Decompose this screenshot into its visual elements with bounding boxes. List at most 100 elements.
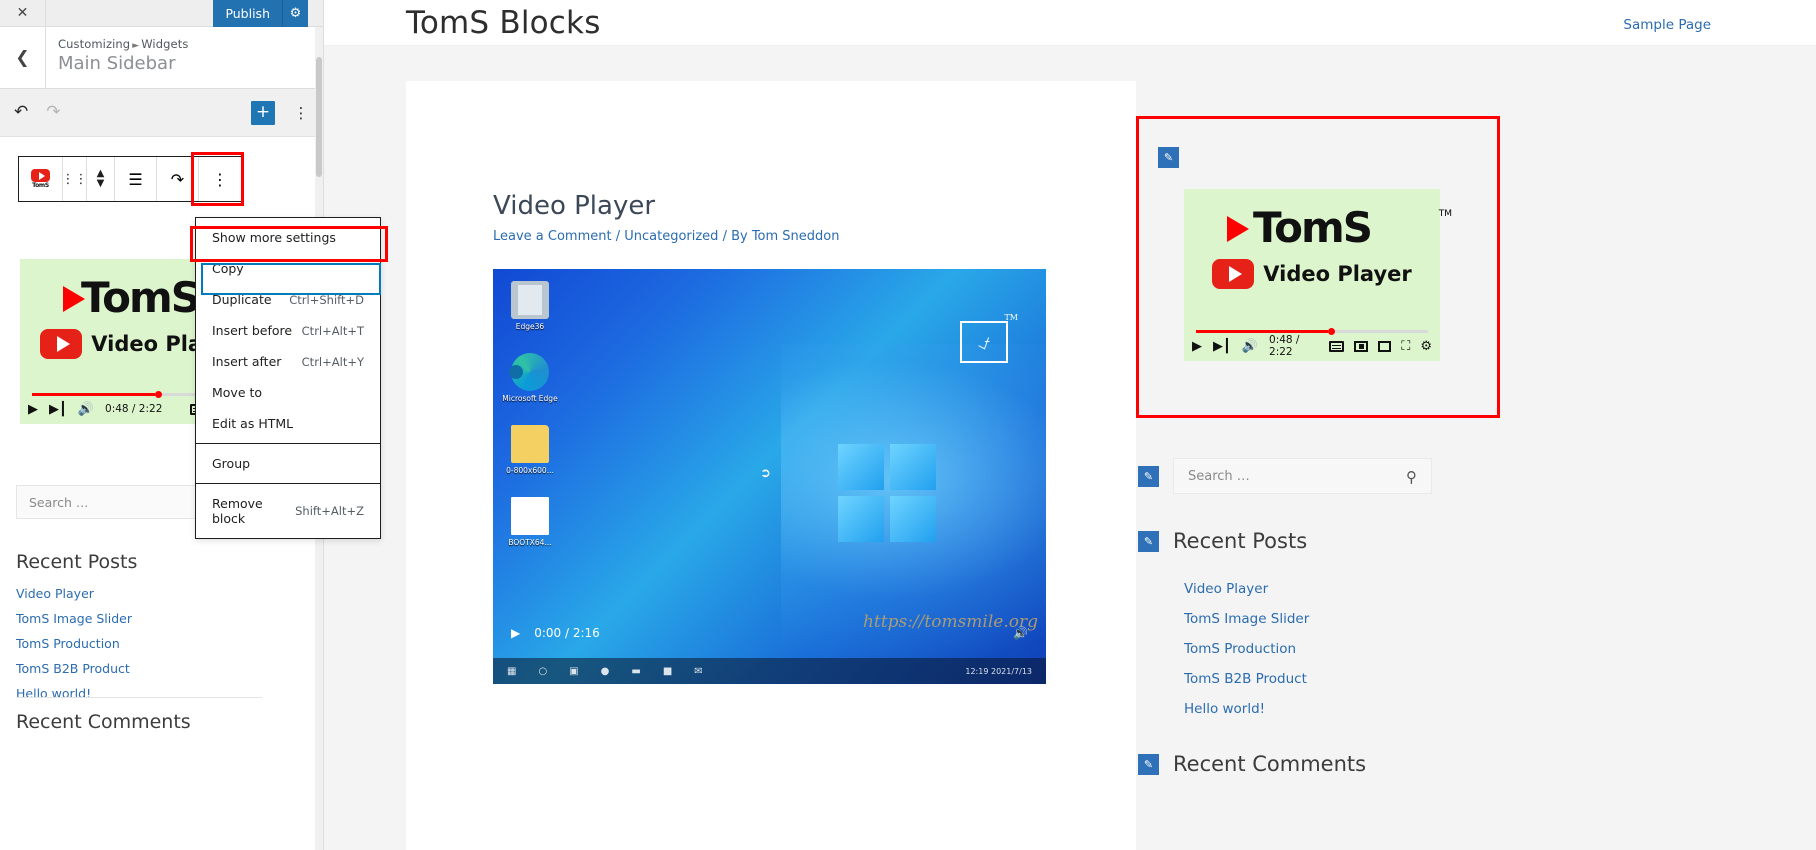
search-icon[interactable]: ⚲ — [1406, 468, 1417, 486]
nav-item-sample-page[interactable]: Sample Page — [1623, 17, 1711, 33]
customizer-header: ❮ Customizing ► Widgets Main Sidebar — [0, 27, 323, 89]
list-item[interactable]: TomS Production — [1184, 634, 1309, 664]
fullscreen-icon[interactable]: ⛶ — [1401, 339, 1410, 354]
theater-mode-icon[interactable] — [1378, 340, 1392, 352]
video-progress-bar[interactable] — [1196, 328, 1428, 335]
edit-search-widget-button[interactable]: ✎ — [1138, 465, 1159, 487]
drag-handle-icon[interactable]: ⋮⋮ — [62, 157, 88, 201]
taskbar-folder-icon: ▬ — [631, 665, 641, 677]
miniplayer-icon[interactable] — [1354, 340, 1369, 352]
site-header: TomS Blocks Sample Page — [280, 0, 1816, 46]
trademark-mark: TM — [1004, 313, 1018, 322]
play-icon[interactable]: ▶ — [511, 626, 520, 640]
desktop-icon-recycle-bin[interactable]: Edge36 — [497, 281, 563, 331]
recent-comments-widget-header: ✎ Recent Comments — [1138, 752, 1366, 776]
list-item[interactable]: Video Player — [16, 581, 262, 606]
list-item[interactable]: TomS Production — [16, 631, 262, 656]
redo-icon[interactable]: ↷ — [46, 104, 60, 121]
recent-posts-widget-header: ✎ Recent Posts — [1138, 529, 1307, 553]
list-item[interactable]: TomS Image Slider — [16, 606, 262, 631]
menu-item-insert-after[interactable]: Insert after Ctrl+Alt+Y — [196, 346, 380, 377]
menu-item-copy[interactable]: Copy — [196, 253, 380, 284]
add-block-button[interactable]: + — [251, 100, 275, 125]
next-track-icon[interactable]: ▶┃ — [1213, 339, 1231, 354]
taskbar-store-icon: ■ — [662, 665, 673, 677]
menu-item-label: Group — [212, 456, 251, 471]
toms-video-block-icon[interactable]: TomS — [19, 157, 63, 201]
next-track-icon[interactable]: ▶┃ — [49, 402, 67, 417]
more-options-icon[interactable]: ⋮ — [199, 157, 241, 201]
menu-group-group: Group — [196, 443, 380, 483]
align-icon[interactable]: ☰ — [115, 157, 157, 201]
publish-button[interactable]: Publish — [213, 0, 282, 27]
trademark-mark: TM — [1438, 209, 1452, 219]
chevron-down-icon[interactable]: ▼ — [97, 179, 105, 189]
menu-item-shortcut: Shift+Alt+Z — [295, 504, 364, 518]
post-meta[interactable]: Leave a Comment / Uncategorized / By Tom… — [493, 229, 840, 244]
desktop-icon-edge[interactable]: Microsoft Edge — [497, 353, 563, 403]
volume-icon[interactable]: 🔊 — [1013, 626, 1028, 640]
list-item[interactable]: TomS Image Slider — [1184, 604, 1309, 634]
menu-item-remove-block[interactable]: Remove block Shift+Alt+Z — [196, 488, 380, 534]
chevron-up-icon[interactable]: ▲ — [97, 169, 105, 179]
sidebar-video-widget[interactable]: TomS TM Video Player ▶ ▶┃ 🔊 0:48 / 2:22 — [1184, 189, 1452, 361]
toolbar-more-options-icon[interactable]: ⋮ — [293, 104, 309, 122]
list-item[interactable]: Hello world! — [16, 681, 262, 706]
breadcrumb: Customizing ► Widgets — [58, 37, 188, 51]
menu-item-duplicate[interactable]: Duplicate Ctrl+Shift+D — [196, 284, 380, 315]
recent-posts-list: Video Player TomS Image Slider TomS Prod… — [16, 581, 262, 706]
video-time: 0:48 / 2:22 — [105, 403, 163, 415]
customizer-topbar: ✕ Publish ⚙ — [0, 0, 323, 27]
edit-recent-comments-widget-button[interactable]: ✎ — [1138, 753, 1159, 775]
menu-item-label: Insert before — [212, 323, 293, 338]
video-controls[interactable]: ▶ 0:00 / 2:16 🔊 — [493, 620, 1046, 646]
recent-posts-list: Video Player TomS Image Slider TomS Prod… — [1184, 574, 1309, 724]
search-input[interactable]: Search … ⚲ — [1173, 458, 1432, 494]
list-item[interactable]: Hello world! — [1184, 694, 1309, 724]
video-widget-controls[interactable]: ▶ ▶┃ 🔊 0:48 / 2:22 ⛶ ⚙ — [1192, 334, 1432, 358]
search-widget: ✎ Search … ⚲ — [1138, 458, 1432, 494]
list-item[interactable]: Video Player — [1184, 574, 1309, 604]
taskbar-mail-icon: ✉ — [694, 665, 703, 677]
scrollbar-thumb[interactable] — [316, 57, 322, 177]
widgets-toolbar: ↶ ↷ + ⋮ — [0, 89, 323, 137]
settings-gear-icon[interactable]: ⚙ — [1420, 339, 1432, 354]
move-block-arrows[interactable]: ▲ ▼ — [87, 157, 115, 201]
list-item[interactable]: TomS B2B Product — [1184, 664, 1309, 694]
volume-icon[interactable]: 🔊 — [78, 402, 94, 417]
undo-icon[interactable]: ↶ — [14, 104, 28, 121]
menu-item-shortcut: Ctrl+Shift+D — [289, 292, 364, 307]
menu-item-group[interactable]: Group — [196, 448, 380, 479]
taskbar-clock: 12:19 2021/7/13 — [965, 666, 1032, 676]
menu-item-label: Move to — [212, 385, 263, 400]
menu-item-insert-before[interactable]: Insert before Ctrl+Alt+T — [196, 315, 380, 346]
captions-icon[interactable] — [1329, 340, 1345, 352]
play-triangle-icon — [1227, 216, 1249, 242]
taskbar-taskview-icon: ▣ — [569, 665, 579, 677]
list-item[interactable]: TomS B2B Product — [16, 656, 262, 681]
menu-item-label: Duplicate — [212, 292, 272, 307]
video-screenshot[interactable]: Edge36 Microsoft Edge 0-800x600... BOOTX… — [493, 269, 1046, 684]
volume-icon[interactable]: 🔊 — [1242, 339, 1258, 354]
link-icon[interactable]: ↷ — [157, 157, 199, 201]
play-icon[interactable]: ▶ — [1192, 339, 1202, 354]
gear-icon[interactable]: ⚙ — [282, 0, 308, 27]
search-placeholder: Search … — [1188, 468, 1250, 484]
menu-item-shortcut: Ctrl+Alt+Y — [301, 354, 364, 369]
edit-video-widget-button[interactable]: ✎ — [1158, 147, 1179, 168]
chevron-left-icon[interactable]: ❮ — [0, 27, 46, 88]
site-body: Video Player Leave a Comment / Uncategor… — [280, 46, 1816, 850]
brand-watermark-box: ⍻ TM — [960, 313, 1018, 363]
desktop-icon-folder[interactable]: 0-800x600... — [497, 425, 563, 475]
menu-item-show-more-settings[interactable]: Show more settings — [196, 222, 380, 253]
recycle-bin-icon — [511, 281, 549, 319]
play-icon[interactable]: ▶ — [28, 402, 38, 417]
edit-recent-posts-widget-button[interactable]: ✎ — [1138, 530, 1159, 552]
desktop-icon-document[interactable]: BOOTX64... — [497, 497, 563, 547]
menu-item-move-to[interactable]: Move to — [196, 377, 380, 408]
close-icon[interactable]: ✕ — [0, 0, 46, 27]
menu-item-edit-as-html[interactable]: Edit as HTML — [196, 408, 380, 439]
microsoft-edge-icon — [511, 353, 549, 391]
desktop-icon-label: Edge36 — [515, 322, 545, 331]
windows-logo — [838, 444, 938, 544]
